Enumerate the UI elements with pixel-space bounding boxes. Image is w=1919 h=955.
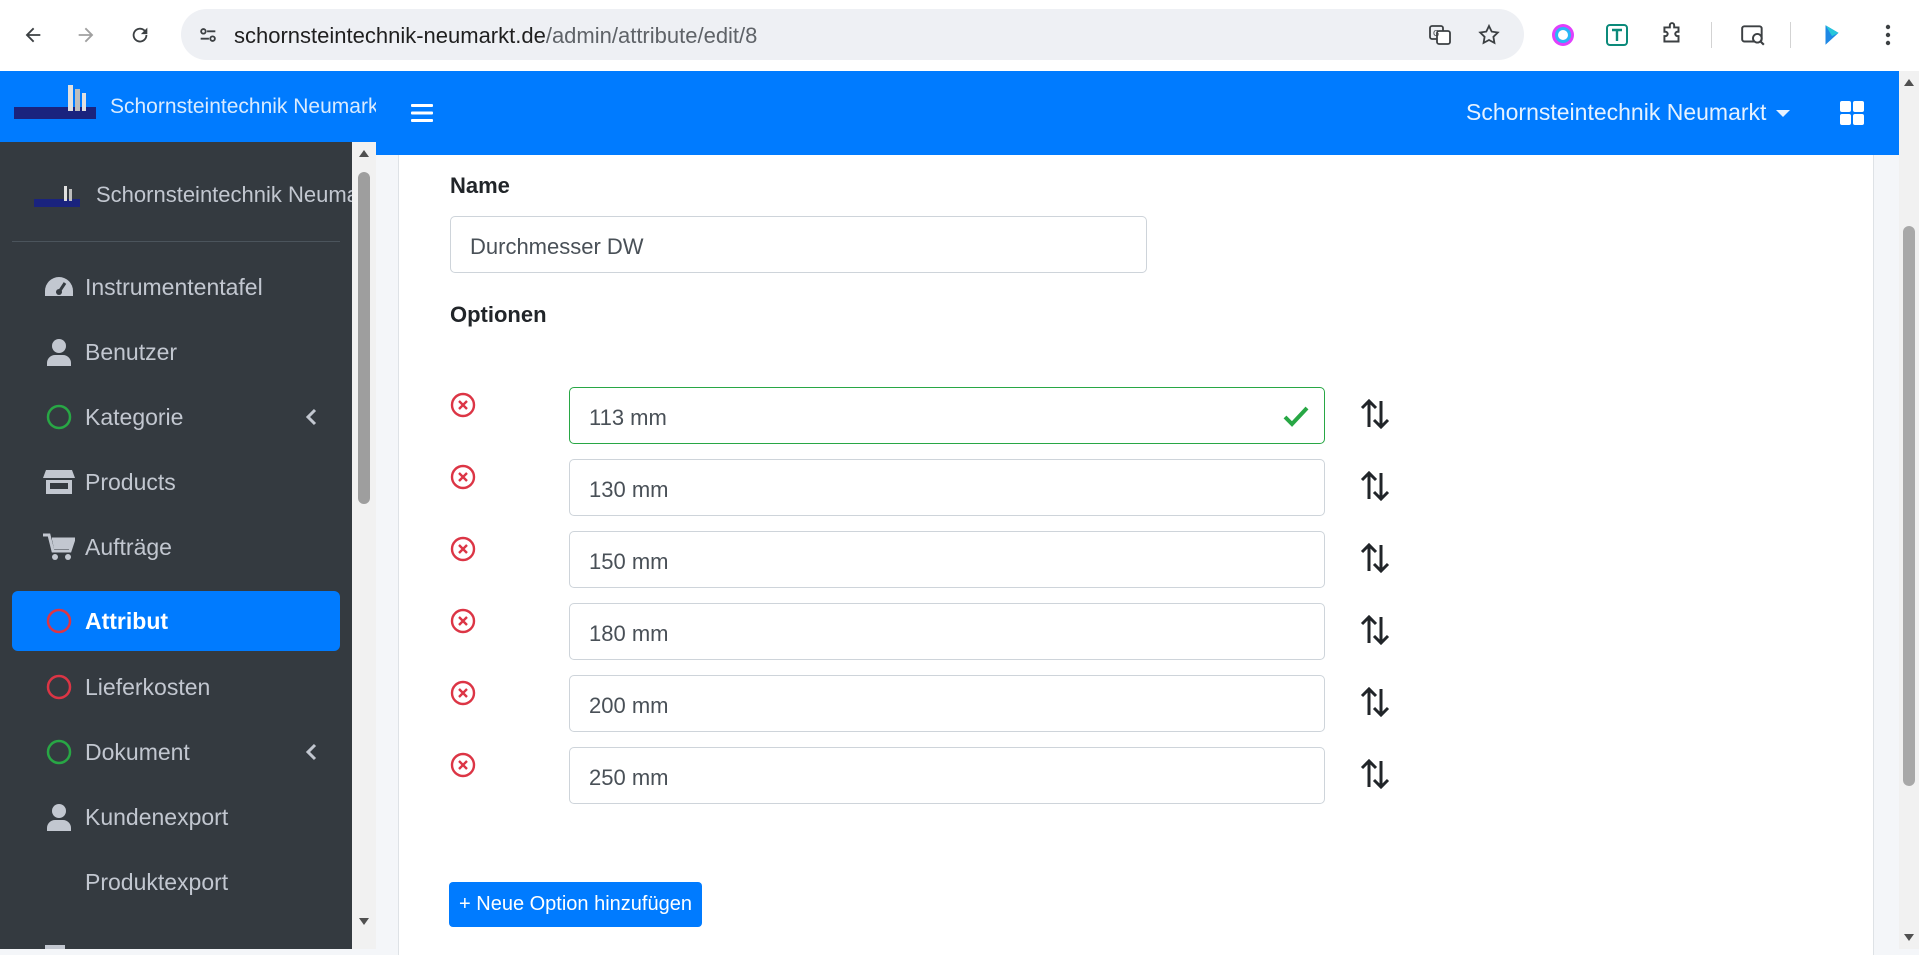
sidebar-item-label: Kundenexport [85,803,229,830]
browser-toolbar: schornsteintechnik-neumarkt.de/admin/att… [0,0,1919,71]
page-scrollbar[interactable] [1899,71,1919,949]
user-panel: Schornsteintechnik Neumarkt [12,162,352,242]
media-search-icon[interactable] [1738,20,1768,50]
scroll-up-icon[interactable] [1903,77,1915,87]
sort-handle-icon[interactable] [1359,397,1391,431]
site-info-icon[interactable] [194,21,222,49]
user-icon [42,800,76,834]
caret-down-icon [1776,110,1791,118]
circle-outline-icon [42,670,76,704]
sidebar-item-kategorie[interactable]: Kategorie [12,387,340,447]
sidebar-item-label: Instrumententafel [85,273,263,300]
sort-handle-icon[interactable] [1359,685,1391,719]
sidebar-item-dokument[interactable]: Dokument [12,722,340,782]
browser-menu-icon[interactable] [1873,20,1903,50]
sidebar-item-benutzer[interactable]: Benutzer [12,322,340,382]
remove-option-icon[interactable] [449,679,477,707]
option-input[interactable]: 250 mm [569,747,1325,804]
add-option-button[interactable]: + Neue Option hinzufügen [449,882,702,927]
sidebar-item-products[interactable]: Products [12,452,340,512]
sidebar-item-lieferkosten[interactable]: Lieferkosten [12,657,340,717]
scroll-up-icon[interactable] [358,148,370,158]
option-input[interactable]: 200 mm [569,675,1325,732]
brand-text: Schornsteintechnik Neumarkt G [110,95,376,118]
sort-handle-icon[interactable] [1359,469,1391,503]
url-text: schornsteintechnik-neumarkt.de/admin/att… [234,23,758,48]
sidebar-item-instrumententafel[interactable]: Instrumententafel [12,257,340,317]
chevron-left-icon [305,743,317,761]
options-label: Optionen [450,302,547,327]
sidebar-item-kundenexport[interactable]: Kundenexport [12,787,340,847]
forward-arrow-icon [78,27,94,43]
brand-logo [14,85,96,119]
sort-handle-icon[interactable] [1359,757,1391,791]
remove-option-icon[interactable] [449,751,477,779]
sort-handle-icon[interactable] [1359,613,1391,647]
back-arrow-icon [25,27,41,43]
sidebar-item-label: Dokument [85,738,190,765]
remove-option-icon[interactable] [449,607,477,635]
bookmark-star-icon[interactable] [1475,21,1503,49]
sidebar-item-label: Products [85,468,176,495]
option-value: 113 mm [589,405,667,430]
user-avatar [34,186,80,207]
extensions-puzzle-icon[interactable] [1657,20,1687,50]
brand-link[interactable]: Schornsteintechnik Neumarkt G [0,71,376,142]
cart-icon [42,530,76,564]
circle-outline-icon [42,735,76,769]
reload-icon [132,27,148,43]
sidebar-item-label: Lieferkosten [85,673,211,700]
remove-option-icon[interactable] [449,535,477,563]
sidebar-scrollbar[interactable] [352,142,376,949]
name-label: Name [450,173,510,198]
address-bar[interactable]: schornsteintechnik-neumarkt.de/admin/att… [181,9,1524,60]
truck-icon [42,930,76,949]
translate-icon[interactable]: G [1426,21,1454,49]
forward-button[interactable] [68,17,104,53]
hamburger-menu-icon[interactable] [408,99,436,127]
name-input[interactable]: Durchmesser DW [450,216,1147,273]
scroll-down-icon[interactable] [1903,933,1915,943]
chevron-left-icon [305,408,317,426]
top-navbar: Schornsteintechnik Neumarkt [376,71,1899,155]
grid-layout-icon[interactable] [1838,99,1866,127]
remove-option-icon[interactable] [449,391,477,419]
sort-handle-icon[interactable] [1359,541,1391,575]
sidebar-item-label: Attribut [85,607,169,634]
sidebar-item-auftraege[interactable]: Aufträge [12,517,340,577]
sidebar-item-label: Kategorie [85,403,184,430]
option-input[interactable]: 113 mm [569,387,1325,444]
sidebar-item-label: Benutzer [85,338,178,365]
user-dropdown-label: Schornsteintechnik Neumarkt [1466,99,1767,125]
color-extension-icon[interactable] [1548,20,1578,50]
page-scroll-thumb[interactable] [1903,226,1915,786]
user-icon [42,335,76,369]
sidebar: Schornsteintechnik Neumarkt Instrumenten… [0,142,376,949]
svg-text:G: G [1433,29,1439,38]
text-extension-icon[interactable] [1602,20,1632,50]
back-button[interactable] [15,17,51,53]
sidebar-item-partial[interactable] [12,917,340,949]
sidebar-item-label: Aufträge [85,533,172,560]
checkmark-icon [1283,406,1309,427]
option-input[interactable]: 180 mm [569,603,1325,660]
scroll-down-icon[interactable] [358,917,370,927]
option-input[interactable]: 130 mm [569,459,1325,516]
sidebar-item-produktexport[interactable]: Produktexport [12,852,340,912]
sidebar-scroll-thumb[interactable] [358,172,370,504]
circle-outline-icon [42,400,76,434]
sidebar-item-attribut[interactable]: Attribut [12,591,340,651]
user-dropdown[interactable]: Schornsteintechnik Neumarkt [1466,99,1791,126]
copilot-icon[interactable] [1817,20,1847,50]
dashboard-icon [42,270,76,304]
reload-button[interactable] [122,17,158,53]
remove-option-icon[interactable] [449,463,477,491]
sidebar-item-label: Produktexport [85,868,229,895]
user-name[interactable]: Schornsteintechnik Neumarkt [96,182,352,208]
edit-card: Name Durchmesser DW Optionen 113 mm 130 … [398,155,1874,955]
option-input[interactable]: 150 mm [569,531,1325,588]
main-content: Name Durchmesser DW Optionen 113 mm 130 … [376,155,1899,955]
store-icon [42,465,76,499]
circle-outline-icon [42,604,76,638]
